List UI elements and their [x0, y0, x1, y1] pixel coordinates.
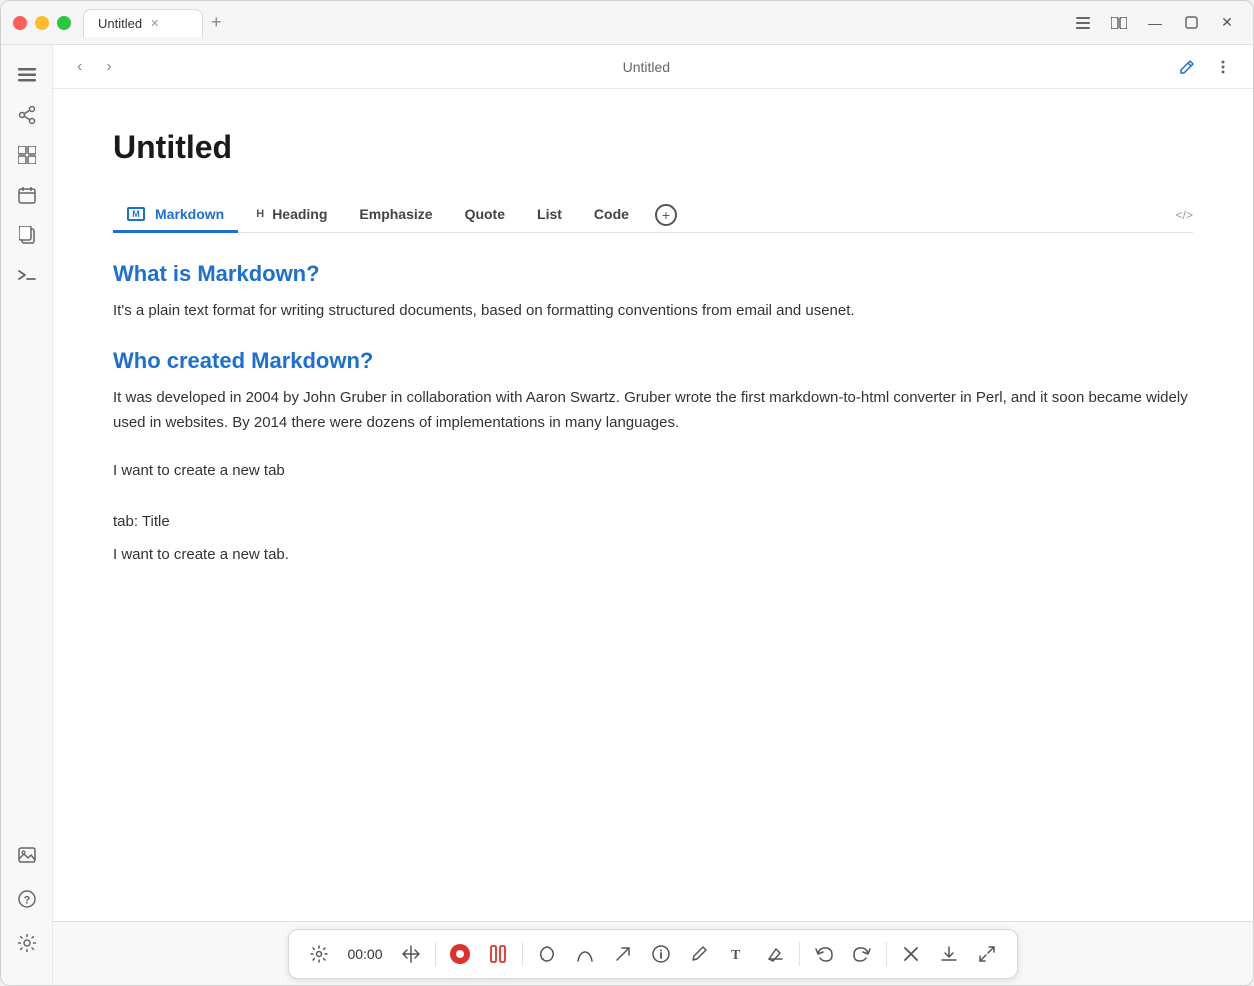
more-icon[interactable] [1209, 53, 1237, 81]
pen-button[interactable] [681, 936, 717, 972]
pause-button[interactable] [480, 936, 516, 972]
tab-title: Untitled [98, 16, 142, 31]
grid-icon[interactable] [9, 137, 45, 173]
svg-text:T: T [731, 948, 741, 962]
timer-display: 00:00 [339, 946, 390, 962]
discard-button[interactable] [893, 936, 929, 972]
text-button[interactable]: T [719, 936, 755, 972]
format-toolbar: M Markdown H Heading Emphasize Quote Lis [113, 198, 1193, 233]
window-maximize-button[interactable] [57, 16, 71, 30]
heading-prefix: H [256, 208, 264, 220]
markdown-tab-icon: M [127, 207, 145, 221]
new-tab-button[interactable]: + [211, 12, 222, 33]
expand-button[interactable] [969, 936, 1005, 972]
redo-button[interactable] [844, 936, 880, 972]
calendar-icon[interactable] [9, 177, 45, 213]
sidebar: ? [1, 45, 53, 985]
info-button[interactable] [643, 936, 679, 972]
arrow-button[interactable] [605, 936, 641, 972]
back-button[interactable]: ‹ [69, 54, 90, 80]
document-title: Untitled [113, 129, 1193, 166]
add-tab-button[interactable]: + [655, 204, 677, 226]
eraser-button[interactable] [757, 936, 793, 972]
tab-list[interactable]: List [523, 198, 576, 233]
share-icon[interactable] [9, 97, 45, 133]
browser-tab[interactable]: Untitled ✕ [83, 9, 203, 37]
topbar: ‹ › Untitled [53, 45, 1253, 89]
image-placeholder-icon[interactable] [9, 837, 45, 873]
section-2-body: It was developed in 2004 by John Gruber … [113, 386, 1193, 436]
split-view-button[interactable] [1105, 9, 1133, 37]
edit-icon[interactable] [1173, 53, 1201, 81]
maximize-button[interactable] [1177, 9, 1205, 37]
plain-line-3: tab: Title [113, 510, 1193, 535]
close-button[interactable]: ✕ [1213, 9, 1241, 37]
section-2-heading: Who created Markdown? [113, 348, 1193, 374]
move-button[interactable] [393, 936, 429, 972]
svg-text:?: ? [23, 895, 30, 907]
list-tab-label: List [537, 206, 562, 222]
section-1-body: It's a plain text format for writing str… [113, 299, 1193, 324]
recording-toolbar: 00:00 [288, 929, 1017, 979]
settings-toolbar-button[interactable] [301, 936, 337, 972]
forward-button[interactable]: › [98, 54, 119, 80]
lasso-button[interactable] [529, 936, 565, 972]
terminal-icon[interactable] [9, 257, 45, 293]
main-panel: ‹ › Untitled Untitled [53, 45, 1253, 985]
section-1-heading: What is Markdown? [113, 261, 1193, 287]
tab-list-button[interactable] [1069, 9, 1097, 37]
nav-buttons: ‹ › [69, 54, 120, 80]
topbar-actions [1173, 53, 1237, 81]
document-area: Untitled M Markdown H Heading Emphasize [53, 89, 1253, 921]
help-icon[interactable]: ? [9, 881, 45, 917]
tab-quote[interactable]: Quote [451, 198, 519, 233]
record-indicator [450, 944, 470, 964]
tab-close-button[interactable]: ✕ [150, 17, 159, 30]
plain-line-1: I want to create a new tab [113, 459, 1193, 484]
page-title: Untitled [623, 59, 670, 75]
undo-button[interactable] [806, 936, 842, 972]
settings-icon[interactable] [9, 925, 45, 961]
bottom-bar: 00:00 [53, 921, 1253, 985]
window-minimize-button[interactable] [35, 16, 49, 30]
heading-tab-label: Heading [272, 206, 327, 222]
emphasize-tab-label: Emphasize [359, 206, 432, 222]
tab-code[interactable]: Code [580, 198, 643, 233]
plain-line-4: I want to create a new tab. [113, 543, 1193, 568]
window-close-button[interactable] [13, 16, 27, 30]
code-toggle-button[interactable]: </> [1176, 208, 1193, 222]
sidebar-toggle-icon[interactable] [9, 57, 45, 93]
quote-tab-label: Quote [465, 206, 505, 222]
record-button[interactable] [442, 936, 478, 972]
download-button[interactable] [931, 936, 967, 972]
minimize-button[interactable]: — [1141, 9, 1169, 37]
curve-button[interactable] [567, 936, 603, 972]
code-tab-label: Code [594, 206, 629, 222]
tab-heading[interactable]: H Heading [242, 198, 341, 233]
tab-emphasize[interactable]: Emphasize [345, 198, 446, 233]
tab-markdown[interactable]: M Markdown [113, 198, 238, 233]
copy-icon[interactable] [9, 217, 45, 253]
markdown-tab-label: Markdown [155, 206, 224, 222]
